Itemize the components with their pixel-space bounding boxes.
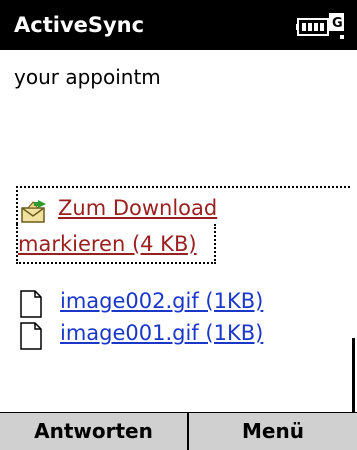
message-content[interactable]: your appointm Zum Download markieren (4 … [0,50,357,412]
reply-softkey[interactable]: Antworten [0,413,187,450]
attachment-item[interactable]: image002.gif (1KB) [20,286,320,318]
title-bar: ActiveSync G [0,0,357,50]
scroll-thumb[interactable] [352,338,355,412]
battery-icon: G [296,13,346,41]
svg-text:G: G [332,16,343,31]
attachment-item[interactable]: image001.gif (1KB) [20,318,320,350]
file-icon [20,290,42,318]
menu-softkey[interactable]: Menü [189,413,357,450]
attachment-link[interactable]: image001.gif (1KB) [60,318,263,348]
attachment-link[interactable]: image002.gif (1KB) [60,286,263,316]
download-icon [20,200,48,224]
message-body-text: your appointm [14,65,161,89]
scrollbar[interactable] [352,50,355,412]
file-icon [20,322,42,350]
download-link-line1[interactable]: Zum Download [58,194,217,222]
download-link-line2[interactable]: markieren (4 KB) [18,230,197,258]
app-title: ActiveSync [14,13,145,37]
softkey-bar: Antworten Menü [0,412,357,450]
